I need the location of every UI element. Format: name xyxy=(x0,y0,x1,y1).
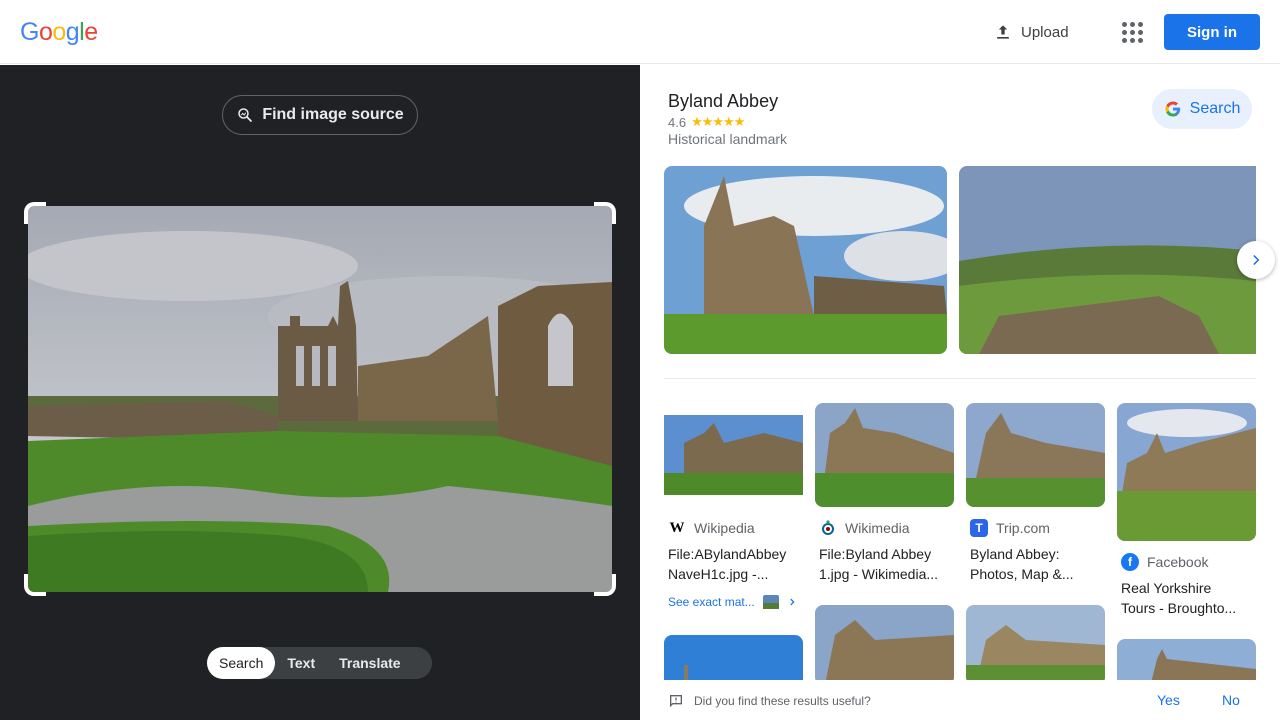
result-source-2[interactable]: Wikimedia xyxy=(819,519,910,537)
find-image-source-label: Find image source xyxy=(262,106,404,123)
entity-type: Historical landmark xyxy=(668,131,788,147)
rating-value: 4.6 xyxy=(668,114,687,130)
facebook-icon: f xyxy=(1121,553,1139,571)
upload-label: Upload xyxy=(1021,23,1069,41)
result-source-1[interactable]: W Wikipedia xyxy=(668,519,755,537)
crop-handle-bottom-left[interactable] xyxy=(24,574,46,596)
feedback-icon xyxy=(670,695,682,708)
title-line: Byland Abbey: xyxy=(970,546,1060,562)
tripcom-icon: T xyxy=(970,519,988,537)
google-logo[interactable]: Google xyxy=(20,18,98,47)
source-label: Trip.com xyxy=(996,520,1050,536)
source-label: Wikimedia xyxy=(845,520,910,536)
logo-letter: G xyxy=(20,18,39,46)
apps-grid-icon[interactable] xyxy=(1116,16,1148,48)
title-line: File:ABylandAbbey xyxy=(668,546,787,562)
result-title-1[interactable]: File:ABylandAbbey NaveH1c.jpg -... xyxy=(668,544,804,584)
entity-title[interactable]: Byland Abbey xyxy=(668,91,778,112)
chevron-right-icon[interactable] xyxy=(1237,241,1275,279)
feedback-bar: Did you find these results useful? Yes N… xyxy=(640,680,1280,720)
crop-selection[interactable] xyxy=(24,202,616,596)
feedback-yes-button[interactable]: Yes xyxy=(1157,692,1180,708)
result-image-6[interactable] xyxy=(815,605,954,685)
result-title-3[interactable]: Byland Abbey: Photos, Map &... xyxy=(970,544,1106,584)
title-line: Real Yorkshire xyxy=(1121,580,1212,596)
logo-letter: o xyxy=(52,18,66,46)
result-image-1[interactable] xyxy=(664,403,803,507)
entity-image-2[interactable] xyxy=(959,166,1256,354)
top-bar: Google Upload Sign in xyxy=(0,0,1280,64)
source-label: Facebook xyxy=(1147,554,1209,570)
entity-rating: 4.6 ★★★★★ xyxy=(668,114,745,130)
exact-matches-label: See exact mat... xyxy=(668,595,755,609)
upload-button[interactable]: Upload xyxy=(985,16,1077,48)
thumbnail-icon xyxy=(762,595,779,609)
title-line: Tours - Broughto... xyxy=(1121,600,1237,616)
tab-text[interactable]: Text xyxy=(275,647,327,679)
mode-tabs: Search Text Translate xyxy=(207,647,432,679)
results-panel: Byland Abbey 4.6 ★★★★★ Historical landma… xyxy=(640,65,1280,720)
tab-search[interactable]: Search xyxy=(207,647,276,679)
result-image-3[interactable] xyxy=(966,403,1105,507)
rating-stars-icon: ★★★★★ xyxy=(691,114,745,129)
result-source-3[interactable]: T Trip.com xyxy=(970,519,1050,537)
result-image-2[interactable] xyxy=(815,403,954,507)
sign-in-button[interactable]: Sign in xyxy=(1164,14,1260,50)
entity-search-label: Search xyxy=(1189,100,1241,117)
title-line: Photos, Map &... xyxy=(970,566,1074,582)
entity-image-1[interactable] xyxy=(664,166,947,354)
tab-translate[interactable]: Translate xyxy=(327,647,412,679)
title-line: File:Byland Abbey xyxy=(819,546,932,562)
feedback-question: Did you find these results useful? xyxy=(694,694,871,708)
result-image-4[interactable] xyxy=(1117,403,1256,541)
title-line: NaveH1c.jpg -... xyxy=(668,566,769,582)
google-g-icon xyxy=(1165,101,1180,117)
result-title-4[interactable]: Real Yorkshire Tours - Broughto... xyxy=(1121,578,1257,618)
crop-handle-top-right[interactable] xyxy=(594,202,616,224)
source-label: Wikipedia xyxy=(694,520,755,536)
wikipedia-icon: W xyxy=(668,519,686,537)
divider xyxy=(664,378,1256,379)
feedback-no-button[interactable]: No xyxy=(1222,692,1240,708)
logo-letter: g xyxy=(65,18,80,46)
logo-letter: e xyxy=(84,18,98,46)
image-preview-panel: Find image source Search Text Translate xyxy=(0,65,640,720)
result-image-7[interactable] xyxy=(966,605,1105,685)
query-image xyxy=(28,206,612,592)
find-image-source-button[interactable]: Find image source xyxy=(222,95,418,135)
chevron-right-icon xyxy=(790,598,795,606)
result-title-2[interactable]: File:Byland Abbey 1.jpg - Wikimedia... xyxy=(819,544,955,584)
see-exact-matches-link[interactable]: See exact mat... xyxy=(668,595,797,609)
title-line: 1.jpg - Wikimedia... xyxy=(819,566,939,582)
wikimedia-icon xyxy=(819,519,837,537)
result-source-4[interactable]: f Facebook xyxy=(1121,553,1208,571)
image-search-icon xyxy=(238,108,253,122)
upload-icon xyxy=(997,25,1009,39)
crop-handle-top-left[interactable] xyxy=(24,202,46,224)
entity-search-button[interactable]: Search xyxy=(1152,89,1252,129)
logo-letter: o xyxy=(38,18,53,46)
crop-handle-bottom-right[interactable] xyxy=(594,574,616,596)
